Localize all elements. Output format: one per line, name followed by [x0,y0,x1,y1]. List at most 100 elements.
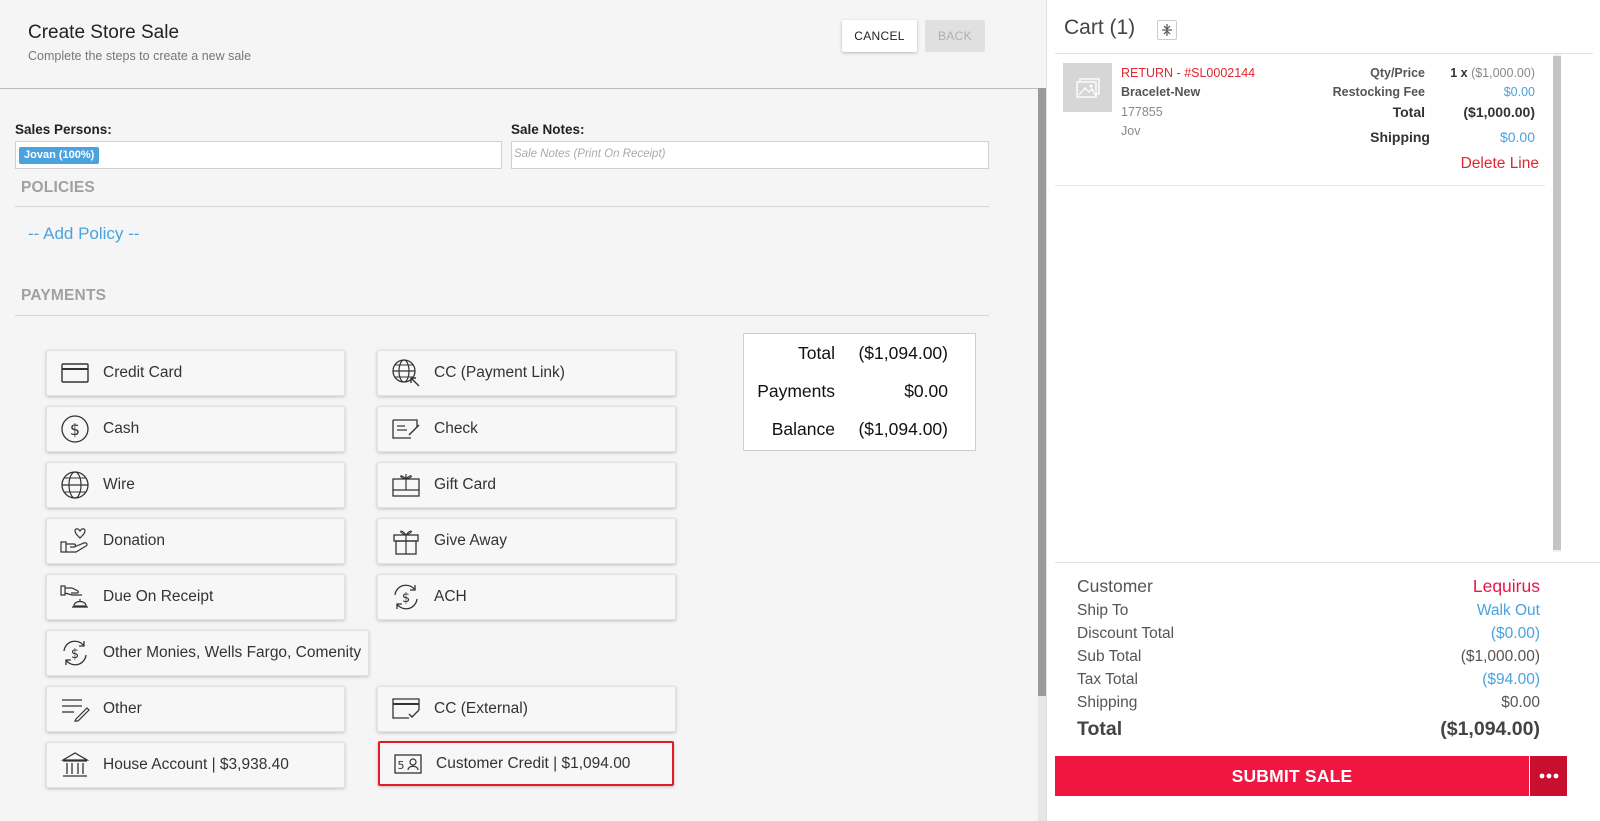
totals-balance-row: Balance ($1,094.00) [744,410,975,448]
shipping-label: Shipping [1077,694,1138,711]
add-policy-link[interactable]: -- Add Policy -- [28,224,139,244]
payment-donation-button[interactable]: Donation [46,518,345,564]
cart-scrollbar-thumb[interactable] [1553,56,1561,550]
item-return-reference[interactable]: RETURN - #SL0002144 [1121,66,1255,80]
payment-wire-button[interactable]: Wire [46,462,345,508]
item-shipping-value[interactable]: $0.00 [1500,129,1535,145]
tax-total-label: Tax Total [1077,671,1138,688]
ship-to-value[interactable]: Walk Out [1477,602,1540,620]
svg-text:$: $ [402,591,410,606]
dollar-cycle-icon: $ [60,638,90,668]
payment-other-button[interactable]: Other [46,686,345,732]
payment-label: Check [434,420,478,437]
cart-title: Cart (1) [1064,16,1136,39]
payment-label: Other Monies, Wells Fargo, Comenity [103,644,362,661]
payment-cc-external-button[interactable]: CC (External) [377,686,676,732]
payment-label: Other [103,700,142,717]
check-icon [391,414,421,444]
grand-total-label: Total [1077,718,1123,740]
item-qty-price-label: Qty/Price [1370,66,1425,80]
delete-line-link[interactable]: Delete Line [1461,155,1539,173]
item-qty-price-value: 1 x ($1,000.00) [1450,66,1535,80]
policies-divider [15,206,989,207]
cart-line-item: RETURN - #SL0002144 Bracelet-New 177855 … [1055,54,1545,186]
payment-label: CC (Payment Link) [434,364,565,381]
credit-card-icon [60,358,90,388]
payment-cash-button[interactable]: $ Cash [46,406,345,452]
payment-give-away-button[interactable]: Give Away [377,518,676,564]
customer-label: Customer [1077,576,1153,596]
payment-totals-box: Total ($1,094.00) Payments $0.00 Balance… [743,333,976,451]
payment-label: ACH [434,588,467,605]
create-sale-main-panel: Create Store Sale Complete the steps to … [0,0,1038,821]
sub-total-value: ($1,000.00) [1460,648,1540,665]
payment-ach-button[interactable]: $ ACH [377,574,676,620]
payment-label: Credit Card [103,364,183,381]
item-restocking-label: Restocking Fee [1332,85,1425,99]
more-options-button[interactable] [1530,756,1567,796]
submit-sale-button[interactable]: SUBMIT SALE [1055,756,1529,796]
payments-divider [15,315,989,316]
svg-text:5: 5 [398,759,405,772]
back-button[interactable]: BACK [925,20,985,52]
totals-payments-value: $0.00 [904,381,948,401]
sales-person-chip[interactable]: Jovan (100%) [19,147,100,164]
sub-total-label: Sub Total [1077,648,1142,665]
sales-persons-field[interactable]: Jovan (100%) [15,141,502,169]
donation-icon [60,526,90,556]
payment-customer-credit-button[interactable]: 5 Customer Credit | $1,094.00 [378,741,674,786]
payment-label: Cash [103,420,140,437]
payment-label: Gift Card [434,476,497,493]
discount-total-value[interactable]: ($0.00) [1491,625,1540,643]
policies-section-title: POLICIES [21,179,95,196]
hand-bell-icon [60,582,90,612]
shipping-value: $0.00 [1501,694,1540,711]
globe-link-icon [391,358,421,388]
customer-value[interactable]: Lequirus [1473,576,1540,597]
main-scrollbar-thumb[interactable] [1038,88,1046,696]
gift-box-icon [391,526,421,556]
grand-total-value: ($1,094.00) [1440,718,1540,740]
item-total-value: ($1,000.00) [1463,104,1535,120]
payment-label: Give Away [434,532,507,549]
payments-section-title: PAYMENTS [21,287,107,304]
dollar-coin-icon: $ [60,414,90,444]
payment-house-account-button[interactable]: House Account | $3,938.40 [46,742,345,788]
list-pencil-icon [60,694,90,724]
payment-label: Due On Receipt [103,588,214,605]
payment-credit-card-button[interactable]: Credit Card [46,350,345,396]
sale-notes-placeholder: Sale Notes (Print On Receipt) [514,148,666,160]
payment-label: Customer Credit | $1,094.00 [436,754,631,772]
payment-label: CC (External) [434,700,528,717]
payment-label: Wire [103,476,135,493]
page-header: Create Store Sale Complete the steps to … [0,0,1038,89]
item-total-label: Total [1392,104,1425,120]
gift-card-icon [391,470,421,500]
page-title: Create Store Sale [28,22,180,43]
svg-text:$: $ [70,420,80,439]
payment-other-monies-button[interactable]: $ Other Monies, Wells Fargo, Comenity [46,630,369,676]
sale-notes-label: Sale Notes: [511,122,585,137]
payment-check-button[interactable]: Check [377,406,676,452]
cancel-button[interactable]: CANCEL [842,20,917,52]
item-sku: 177855 [1121,105,1163,119]
sale-notes-input[interactable]: Sale Notes (Print On Receipt) [511,141,989,169]
totals-total-value: ($1,094.00) [858,343,948,363]
totals-total-row: Total ($1,094.00) [744,334,975,372]
bank-icon [60,750,90,780]
item-restocking-value[interactable]: $0.00 [1504,85,1535,99]
globe-icon [60,470,90,500]
totals-balance-value: ($1,094.00) [858,419,948,439]
collapse-toggle-icon[interactable] [1157,20,1177,40]
payment-cc-link-button[interactable]: CC (Payment Link) [377,350,676,396]
sales-persons-label: Sales Persons: [15,122,112,137]
item-qty: 1 x [1450,66,1468,80]
page-subtitle: Complete the steps to create a new sale [28,49,252,63]
dollar-cycle-icon: $ [391,582,421,612]
cart-panel: Cart (1) RETURN - #SL0002144 Bracelet-Ne… [1046,0,1600,821]
tax-total-value[interactable]: ($94.00) [1482,671,1540,689]
more-dots-icon [1539,773,1558,779]
payment-label: House Account | $3,938.40 [103,756,289,773]
payment-gift-card-button[interactable]: Gift Card [377,462,676,508]
payment-due-on-receipt-button[interactable]: Due On Receipt [46,574,345,620]
